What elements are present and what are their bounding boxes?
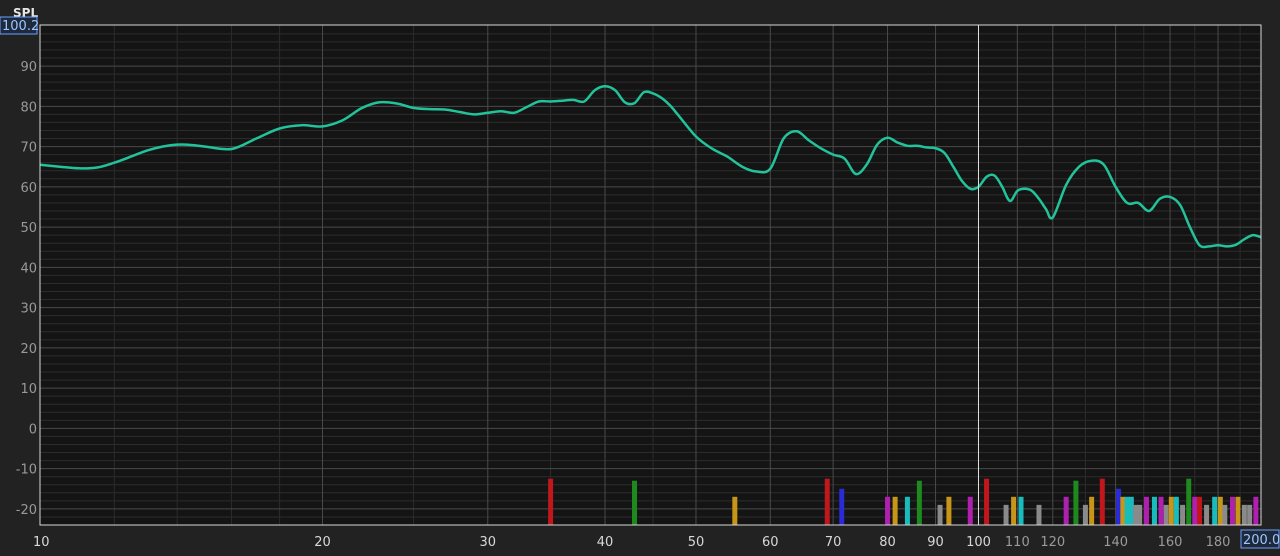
y-axis-ticks: 90 80 70 60 50 40 30 20 10 0 -10 -20 [16,60,37,518]
spectral-marker-bar [1018,496,1024,525]
spectral-marker-bar [904,496,910,525]
spectral-marker-bar [1003,504,1009,525]
spectral-marker-bar [1197,496,1203,525]
spectral-marker-bar [839,488,845,525]
spectral-marker-bar [1120,496,1126,525]
spectral-marker-bar [1116,488,1122,525]
spectral-marker-bar [946,496,952,525]
y-tick-label: 70 [20,141,37,156]
x-tick-label: 70 [825,535,842,550]
y-tick-label: 10 [20,382,37,397]
y-tick-label: 20 [20,342,37,357]
y-tick-label: 60 [20,181,37,196]
spectral-marker-bar [1217,496,1223,525]
y-max-readout-text[interactable]: 100.2 [2,19,39,34]
spectral-marker-bar [1247,504,1253,525]
spectral-marker-bar [1192,496,1198,525]
spectral-marker-bar [632,480,638,525]
spectral-marker-bar [1235,496,1241,525]
spectral-marker-bar [1253,496,1259,525]
spectral-marker-bar [1168,496,1174,525]
spl-frequency-chart[interactable]: 9080706050403020100-10-20 10 20 30 40 50 60 70… [0,0,1280,556]
spectral-marker-bar [1143,496,1149,525]
spectral-marker-bar [1186,478,1192,525]
spectral-marker-bar [824,478,830,525]
y-tick-label: -20 [16,503,37,518]
x-tick-label: 40 [597,535,614,550]
spectral-marker-bar [1137,504,1143,525]
spectral-marker-bar [984,478,990,525]
spectral-marker-bar [1151,496,1157,525]
spectral-marker-bar [1212,496,1218,525]
spectral-marker-bar [1222,504,1228,525]
x-tick-label: 100 [966,535,991,550]
y-tick-label: 80 [20,100,37,115]
spectral-marker-bar [1011,496,1017,525]
x-tick-label: 20 [314,535,331,550]
spectral-marker-bar [1173,496,1179,525]
x-tick-label: 60 [762,535,779,550]
x-tick-label: 120 [1040,535,1065,550]
spectral-marker-bar [967,496,973,525]
x-tick-label: 50 [688,535,705,550]
x-tick-label: 110 [1005,535,1030,550]
x-tick-label: 30 [479,535,496,550]
x-max-readout-text[interactable]: 200.0 [1243,533,1280,548]
spectral-marker-bar [1089,496,1095,525]
spectral-marker-bar [732,496,738,525]
x-tick-label: 140 [1103,535,1128,550]
spectral-marker-bar [1158,496,1164,525]
spectral-marker-bar [1230,496,1236,525]
x-tick-label: 80 [879,535,896,550]
spectral-marker-bar [1204,504,1210,525]
spectral-marker-bar [1180,504,1186,525]
spectral-marker-bar [1073,480,1079,525]
spectral-marker-bar [1063,496,1069,525]
x-max-readout[interactable]: 200.0 [1240,529,1280,549]
x-axis-ticks: 10 20 30 40 50 60 70 80 90 100 110 120 140 160 180 [33,535,1230,550]
y-tick-label: 40 [20,261,37,276]
x-tick-label: 10 [33,535,50,550]
y-tick-label: 30 [20,302,37,317]
x-tick-label: 180 [1206,535,1231,550]
y-max-readout[interactable]: 100.2 [0,16,39,35]
y-tick-label: -10 [16,463,37,478]
x-tick-label: 90 [927,535,944,550]
spectral-marker-bar [1082,504,1088,525]
y-tick-label: 90 [20,60,37,75]
spectral-marker-bar [1163,504,1169,525]
y-tick-label: 50 [20,221,37,236]
spectral-marker-bar [937,504,943,525]
spectral-marker-bar [548,478,554,525]
y-tick-label: 0 [29,422,37,437]
spectral-marker-bar [892,496,898,525]
spectral-marker-bar [885,496,891,525]
spectral-marker-bar [1036,504,1042,525]
spectral-marker-bar [1099,478,1105,525]
spectral-marker-bar [916,480,922,525]
spectral-marker-bar [1241,504,1247,525]
x-tick-label: 160 [1158,535,1183,550]
